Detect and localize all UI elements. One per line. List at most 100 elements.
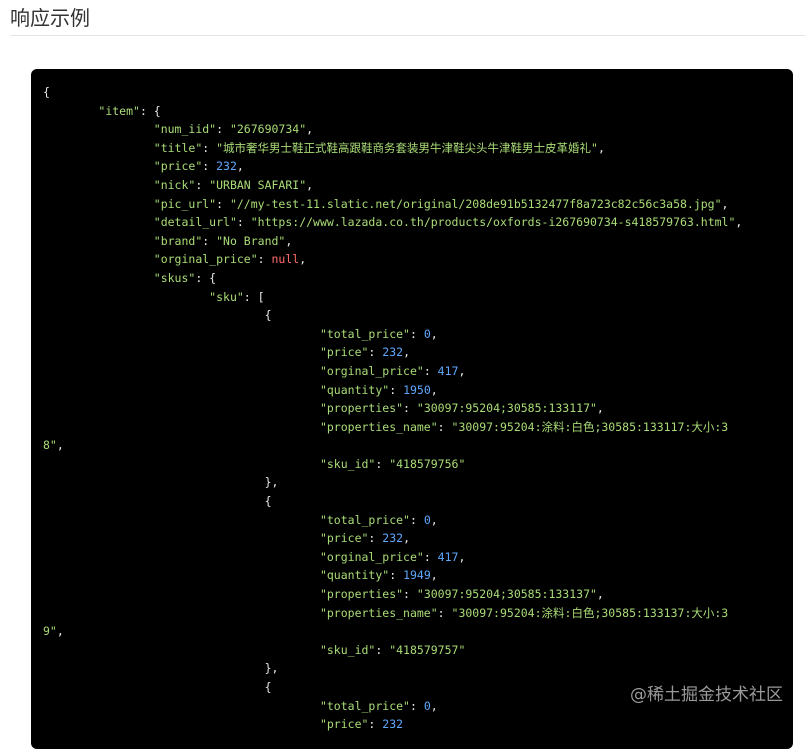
code-token-punct: : [195,177,210,192]
code-token-punct: : [409,512,424,527]
code-token-string: "//my-test-11.slatic.net/original/208de9… [229,196,722,211]
code-token-key: "price" [319,345,369,360]
code-token-punct: { [43,85,50,99]
code-line: 8", [43,436,793,455]
code-token-key: "total_price" [319,698,410,713]
code-token-punct: , [430,382,438,397]
code-token-punct [43,699,320,713]
code-token-punct: , [56,624,64,639]
code-token-punct: : [375,456,390,471]
code-token-number: 0 [423,326,431,341]
divider [10,35,805,36]
code-token-punct [43,178,154,192]
code-token-punct [43,271,154,285]
code-token-punct: : [375,642,390,657]
code-token-punct: : [202,140,217,155]
code-token-string: "418579756" [389,456,466,471]
code-token-punct: : [403,401,417,416]
code-line: 9", [43,622,793,641]
code-line: "detail_url": "https://www.lazada.co.th/… [43,213,793,232]
code-token-punct [43,550,320,564]
code-line: "properties_name": "30097:95204:涂料:白色;30… [43,418,793,437]
code-token-punct [43,457,320,471]
code-token-punct [43,401,320,415]
code-token-punct: : [423,363,438,378]
code-token-string: "30097:95204;30585:133117" [416,401,597,416]
code-token-punct [43,290,209,304]
code-token-punct: : [257,252,272,267]
code-token-string: "418579757" [389,642,466,657]
code-panel[interactable]: { "item": { "num_iid": "267690734", "tit… [31,69,793,749]
watermark: @稀土掘金技术社区 [630,685,783,705]
code-token-punct [43,420,320,434]
code-token-punct: : [389,568,404,583]
code-line: "sku": [ [43,288,793,307]
code-token-punct [43,531,320,545]
code-token-punct [43,568,320,582]
code-token-punct: : [389,382,404,397]
code-token-key: "properties_name" [319,419,438,434]
code-line: "skus": { [43,269,793,288]
code-token-punct: , [285,233,293,248]
code-token-key: "item" [98,103,140,118]
code-token-key: "properties" [319,587,404,602]
code-token-key: "skus" [153,270,196,285]
section-title: 响应示例 [10,6,90,30]
code-token-punct: , [403,345,410,360]
code-token-punct [43,383,320,397]
code-token-punct: { [43,680,272,694]
code-token-key: "orginal_price" [319,363,424,378]
code-line: "brand": "No Brand", [43,232,793,251]
code-token-punct: , [56,438,64,453]
code-token-string: "30097:95204;30585:133137" [416,587,597,602]
code-token-punct: : [368,531,383,546]
code-token-key: "price" [153,159,203,174]
code-token-punct: : [437,605,452,620]
code-token-punct [43,345,320,359]
code-token-punct: { [43,308,272,323]
code-token-punct [43,252,154,266]
code-token-number: 232 [382,345,404,360]
code-token-punct: : { [195,270,217,285]
code-token-punct: : [409,698,424,713]
code-token-punct: , [597,140,605,155]
code-token-string: "267690734" [229,122,307,137]
code-line: "price": 232, [43,343,793,362]
code-line: { [43,306,793,325]
code-token-key: "sku" [209,289,244,304]
code-token-punct: , [430,326,438,341]
code-token-number: 232 [382,531,404,546]
code-line: "properties": "30097:95204;30585:133117"… [43,399,793,418]
code-token-key: "quantity" [319,568,390,583]
code-token-key: "pic_url" [153,196,217,211]
code-token-punct: : [216,196,230,211]
code-token-punct: , [306,177,314,192]
code-token-punct: : [ [243,289,265,304]
code-token-number: 1949 [403,568,431,583]
code-token-key: "num_iid" [153,122,217,137]
code-token-punct [43,606,320,620]
code-token-key: "detail_url" [153,215,237,230]
code-line: "orginal_price": 417, [43,362,793,381]
code-block[interactable]: { "item": { "num_iid": "267690734", "tit… [31,69,793,734]
code-token-punct: : [368,345,383,360]
code-token-key: "nick" [153,177,196,192]
code-token-key: "properties_name" [319,605,438,620]
code-token-string: 9" [43,624,57,639]
code-token-number: 0 [423,512,431,527]
code-token-punct: , [596,587,604,602]
code-token-punct: : [236,215,251,230]
code-token-punct [43,141,154,155]
code-line: "nick": "URBAN SAFARI", [43,176,793,195]
code-token-punct [43,717,320,731]
code-token-number: 232 [216,159,237,174]
code-token-punct: : [216,122,230,137]
code-token-punct: , [299,252,307,267]
code-token-key: "orginal_price" [319,549,424,564]
code-line: "price": 232, [43,157,793,176]
code-line: }, [43,659,793,678]
code-line: { [43,492,793,511]
code-line: "properties_name": "30097:95204:涂料:白色;30… [43,604,793,623]
code-token-string: "https://www.lazada.co.th/products/oxfor… [250,215,736,230]
code-line: "price": 232 [43,715,793,734]
